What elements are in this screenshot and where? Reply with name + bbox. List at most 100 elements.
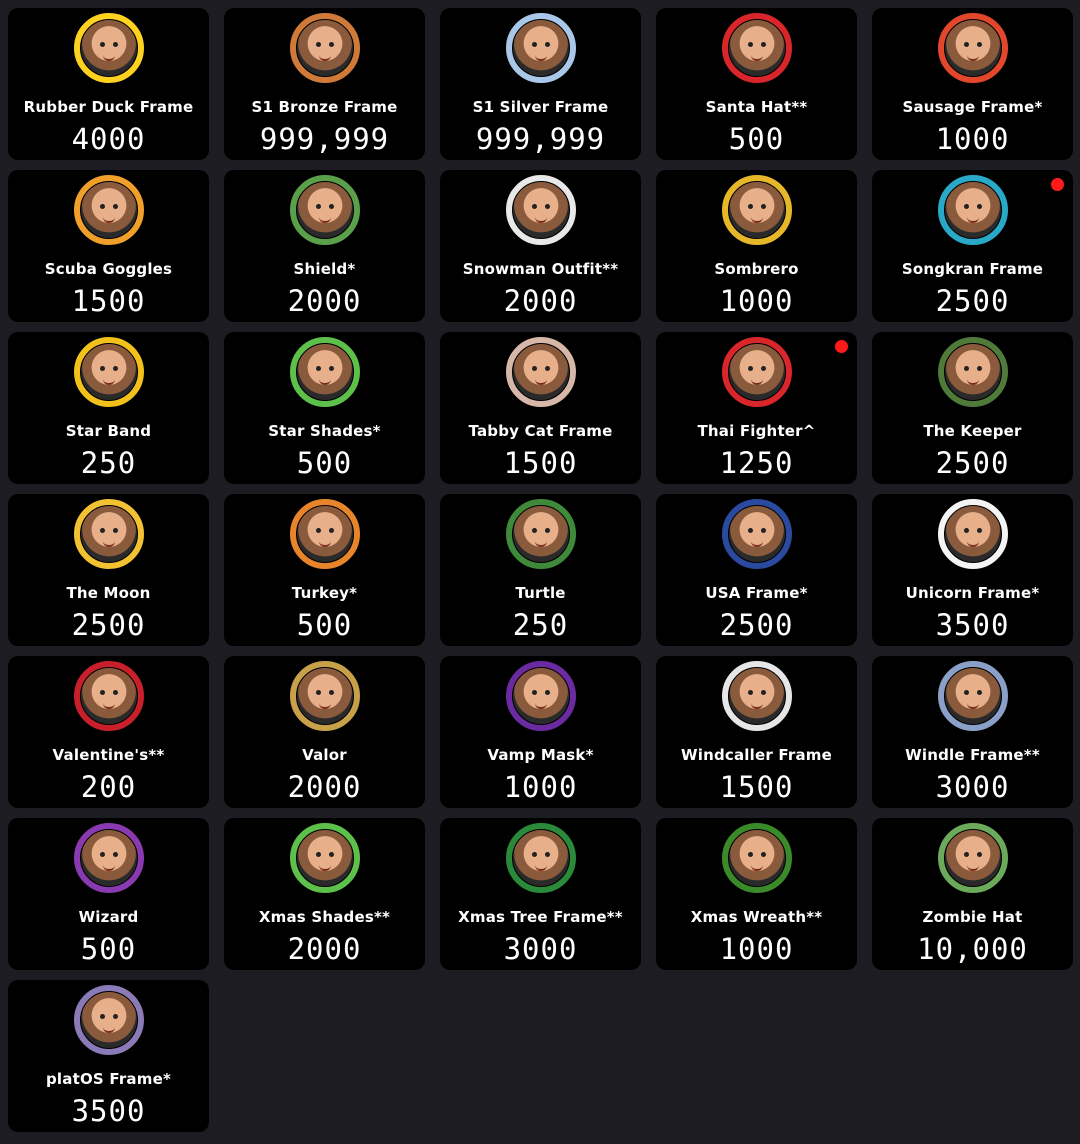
item-price: 2000 <box>287 284 362 318</box>
avatar-eye <box>544 42 550 47</box>
item-name: Star Band <box>65 422 152 440</box>
avatar-eye <box>112 366 118 371</box>
avatar-eye <box>544 852 550 857</box>
item-card[interactable]: Zombie Hat 10,000 <box>872 818 1073 970</box>
item-card[interactable]: Valor 2000 <box>224 656 425 808</box>
avatar-eye <box>760 42 766 47</box>
item-card[interactable]: Turkey* 500 <box>224 494 425 646</box>
avatar-eye <box>747 42 753 47</box>
avatar-eye <box>99 204 105 209</box>
shield-icon <box>289 175 360 245</box>
item-price: 1250 <box>719 446 794 480</box>
item-card[interactable]: Vamp Mask* 1000 <box>440 656 641 808</box>
item-card[interactable]: Tabby Cat Frame 1500 <box>440 332 641 484</box>
frame-ring <box>505 499 576 569</box>
avatar-eye <box>99 366 105 371</box>
item-card[interactable]: Unicorn Frame* 3500 <box>872 494 1073 646</box>
item-name: Zombie Hat <box>922 908 1023 926</box>
item-card[interactable]: Xmas Tree Frame** 3000 <box>440 818 641 970</box>
item-price: 250 <box>512 608 569 642</box>
item-name: platOS Frame* <box>45 1070 171 1088</box>
frame-ring <box>721 175 792 245</box>
avatar-eye <box>963 852 969 857</box>
item-name: Windcaller Frame <box>680 746 832 764</box>
avatar-eye <box>747 204 753 209</box>
frame-ring <box>289 13 360 83</box>
avatar-eye <box>544 690 550 695</box>
item-card[interactable]: S1 Silver Frame 999,999 <box>440 8 641 160</box>
item-card[interactable]: Rubber Duck Frame 4000 <box>8 8 209 160</box>
item-name: Xmas Tree Frame** <box>458 908 623 926</box>
frame-ring <box>721 823 792 893</box>
avatar-eye <box>760 528 766 533</box>
avatar-eye <box>112 204 118 209</box>
avatar-eye <box>99 42 105 47</box>
unicorn-frame-icon <box>937 499 1008 569</box>
avatar-eye <box>531 528 537 533</box>
avatar-eye <box>976 42 982 47</box>
frame-ring <box>73 985 144 1055</box>
item-name: Thai Fighter^ <box>697 422 816 440</box>
avatar-eye <box>328 366 334 371</box>
frame-ring <box>289 337 360 407</box>
item-card[interactable]: S1 Bronze Frame 999,999 <box>224 8 425 160</box>
item-card[interactable]: Xmas Wreath** 1000 <box>656 818 857 970</box>
item-name: The Keeper <box>923 422 1022 440</box>
item-price: 3500 <box>935 608 1010 642</box>
item-card[interactable]: Scuba Goggles 1500 <box>8 170 209 322</box>
item-card[interactable]: Shield* 2000 <box>224 170 425 322</box>
frame-ring <box>505 13 576 83</box>
item-price: 2000 <box>503 284 578 318</box>
item-card[interactable]: Snowman Outfit** 2000 <box>440 170 641 322</box>
item-name: Xmas Wreath** <box>690 908 823 926</box>
valor-icon <box>289 661 360 731</box>
item-card[interactable]: Windle Frame** 3000 <box>872 656 1073 808</box>
item-card[interactable]: The Keeper 2500 <box>872 332 1073 484</box>
item-card[interactable]: Windcaller Frame 1500 <box>656 656 857 808</box>
item-name: Santa Hat** <box>705 98 808 116</box>
frame-ring <box>505 661 576 731</box>
avatar-eye <box>315 42 321 47</box>
item-name: Turtle <box>515 584 566 602</box>
item-price: 1500 <box>503 446 578 480</box>
item-price: 1000 <box>719 932 794 966</box>
sausage-frame-icon <box>937 13 1008 83</box>
avatar-eye <box>112 42 118 47</box>
avatar-eye <box>976 366 982 371</box>
avatar-eye <box>328 204 334 209</box>
avatar-eye <box>963 690 969 695</box>
item-name: Valor <box>302 746 347 764</box>
item-price: 2500 <box>935 284 1010 318</box>
item-card[interactable]: Xmas Shades** 2000 <box>224 818 425 970</box>
item-card[interactable]: Sausage Frame* 1000 <box>872 8 1073 160</box>
avatar-eye <box>760 366 766 371</box>
avatar-eye <box>315 528 321 533</box>
bronze-frame-icon <box>289 13 360 83</box>
avatar-eye <box>747 366 753 371</box>
item-card[interactable]: Wizard 500 <box>8 818 209 970</box>
item-card[interactable]: Thai Fighter^ 1250 <box>656 332 857 484</box>
platos-frame-icon <box>73 985 144 1055</box>
item-price: 3000 <box>503 932 578 966</box>
item-price: 1000 <box>719 284 794 318</box>
item-card[interactable]: platOS Frame* 3500 <box>8 980 209 1132</box>
avatar-eye <box>963 204 969 209</box>
item-price: 3500 <box>71 1094 146 1128</box>
avatar-eye <box>315 366 321 371</box>
avatar-eye <box>328 528 334 533</box>
avatar-eye <box>976 852 982 857</box>
item-card[interactable]: Songkran Frame 2500 <box>872 170 1073 322</box>
item-card[interactable]: The Moon 2500 <box>8 494 209 646</box>
item-card[interactable]: Valentine's** 200 <box>8 656 209 808</box>
item-card[interactable]: Turtle 250 <box>440 494 641 646</box>
item-card[interactable]: USA Frame* 2500 <box>656 494 857 646</box>
item-card[interactable]: Sombrero 1000 <box>656 170 857 322</box>
frame-ring <box>937 661 1008 731</box>
avatar-eye <box>315 690 321 695</box>
avatar-eye <box>531 852 537 857</box>
avatar-eye <box>328 42 334 47</box>
item-card[interactable]: Santa Hat** 500 <box>656 8 857 160</box>
item-card[interactable]: Star Band 250 <box>8 332 209 484</box>
item-card[interactable]: Star Shades* 500 <box>224 332 425 484</box>
item-price: 1000 <box>935 122 1010 156</box>
